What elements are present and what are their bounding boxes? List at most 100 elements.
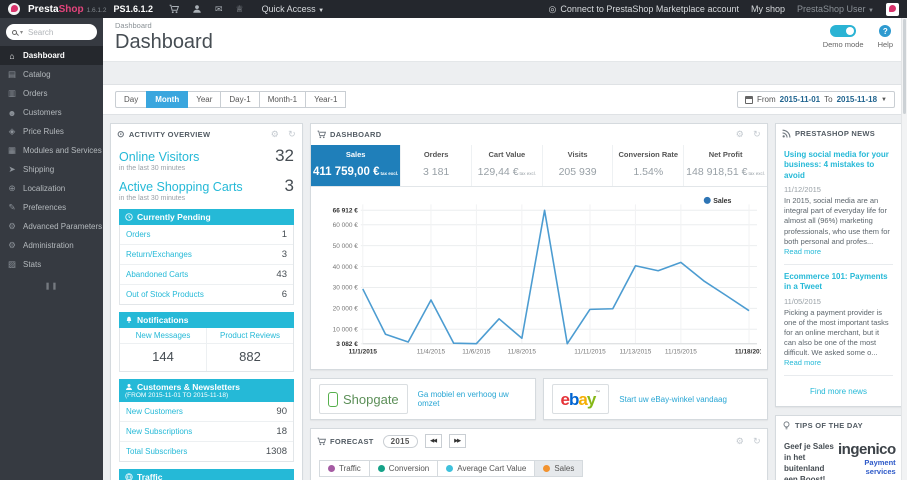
kpi-tab-conversion-rate[interactable]: Conversion Rate 1.54% [612,145,683,186]
menu-item-icon: ☻ [7,107,17,118]
trophy-icon[interactable]: ♕ [236,4,244,15]
demo-mode-toggle[interactable] [830,25,857,37]
pending-list: Orders 1 Return/Exchanges 3 Abandoned Ca… [119,225,294,305]
mail-icon[interactable]: ✉ [215,4,223,15]
kpi-tab-cart-value[interactable]: Cart Value 129,44 €tax excl. [471,145,542,186]
refresh-icon[interactable]: ↻ [288,129,296,140]
forecast-legend: Traffic Conversion Average Cart Value Sa… [311,453,767,480]
customers-row-label[interactable]: New Customers [126,407,183,416]
sidebar-item-catalog[interactable]: ▤ Catalog [0,65,103,84]
date-to: 2015-11-18 [836,95,878,104]
range-year[interactable]: Year [187,91,222,108]
next-year-button[interactable]: ▶▶ [448,434,466,448]
online-visitors-value: 32 [275,146,294,165]
sidebar-item-orders[interactable]: ▥ Orders [0,84,103,103]
sidebar-item-customers[interactable]: ☻ Customers [0,103,103,122]
vertical-scrollbar[interactable] [901,18,907,480]
sidebar-item-price-rules[interactable]: ◈ Price Rules [0,122,103,141]
search-scope-caret[interactable]: ▾ [20,29,23,36]
sidebar-item-administration[interactable]: ⚙ Administration [0,236,103,255]
range-month[interactable]: Month [146,91,189,108]
menu-item-label: Administration [23,241,74,250]
panel-header: FORECAST 2015 ◀◀ ▶▶ ⚙ ↻ [311,429,767,453]
prestashop-logo-icon [8,3,20,15]
cart-icon [317,130,326,139]
read-more-link[interactable]: Read more [784,358,821,367]
menu-item-icon: ⌂ [9,50,15,61]
help-icon[interactable]: ? [879,25,892,37]
quick-access-menu[interactable]: Quick Access ▼ [262,4,325,14]
customers-row-label[interactable]: New Subscriptions [126,427,192,436]
refresh-icon[interactable]: ↻ [753,129,761,140]
news-article-title[interactable]: Using social media for your business: 4 … [784,150,893,181]
pending-row-label[interactable]: Out of Stock Products [126,290,204,299]
kpi-tab-visits[interactable]: Visits 205 939 [541,145,613,186]
ebay-link[interactable]: Start uw eBay-winkel vandaag [619,395,727,404]
notification-label[interactable]: New Messages [120,328,206,344]
customers-row-label[interactable]: Total Subscribers [126,447,187,456]
pending-row-label[interactable]: Return/Exchanges [126,250,192,259]
kpi-value: 411 759,00 €tax excl. [313,166,399,178]
marketplace-link[interactable]: ◎ Connect to PrestaShop Marketplace accou… [549,4,739,15]
online-visitors-link[interactable]: Online Visitors [119,150,199,164]
brand-version: 1.6.1.2 [86,6,107,14]
read-more-link[interactable]: Read more [784,247,821,256]
svg-text:10 000 €: 10 000 € [333,327,359,334]
topbar: Presta Shop 1.6.1.2 PS1.6.1.2 ✉ ♕ Quick A… [0,0,907,18]
sidebar-item-dashboard[interactable]: ⌂ Dashboard [0,46,103,65]
kpi-label: Net Profit [708,150,743,159]
shopgate-link[interactable]: Ga mobiel en verhoog uw omzet [418,390,527,408]
sidebar-item-stats[interactable]: ▨ Stats [0,255,103,274]
date-range-picker[interactable]: From 2015-11-01 To 2015-11-18 ▼ [736,91,895,108]
calendar-icon [744,95,753,104]
breadcrumb[interactable]: Dashboard [115,21,895,30]
pending-row-label[interactable]: Orders [126,230,150,239]
kpi-tab-net-profit[interactable]: Net Profit 148 918,51 €tax excl. [683,145,767,186]
cart-icon[interactable] [169,4,179,14]
kpi-suffix: tax excl. [748,171,765,176]
svg-text:Sales: Sales [713,198,731,205]
news-article-excerpt: Picking a payment provider is one of the… [784,307,889,368]
forecast-legend-average-cart-value[interactable]: Average Cart Value [437,460,536,477]
sidebar-item-preferences[interactable]: ✎ Preferences [0,198,103,217]
sidebar-collapse-handle[interactable]: ❚❚ [0,282,103,290]
news-article-title[interactable]: Ecommerce 101: Payments in a Tweet [784,272,893,293]
previous-year-button[interactable]: ◀◀ [424,434,442,448]
ebay-letter: e [560,389,571,409]
gear-icon[interactable]: ⚙ [736,436,744,447]
range-day-1[interactable]: Day-1 [220,91,260,108]
svg-text:40 000 €: 40 000 € [333,264,359,271]
forecast-legend-sales[interactable]: Sales [534,460,584,477]
find-more-news-link[interactable]: Find more news [784,383,893,402]
sidebar-item-shipping[interactable]: ➤ Shipping [0,160,103,179]
notification-label[interactable]: Product Reviews [207,328,293,344]
refresh-icon[interactable]: ↻ [753,436,761,447]
add-user-icon[interactable] [192,4,202,14]
my-shop-link[interactable]: My shop [751,4,785,14]
range-month-1[interactable]: Month-1 [258,91,307,108]
gear-icon[interactable]: ⚙ [271,129,279,140]
range-day[interactable]: Day [115,91,148,108]
range-year-1[interactable]: Year-1 [305,91,347,108]
menu-item-icon: ▨ [7,259,17,269]
pending-row: Out of Stock Products 6 [120,284,293,304]
forecast-legend-traffic[interactable]: Traffic [319,460,370,477]
sidebar-item-modules[interactable]: ▦ Modules and Services [0,141,103,160]
user-menu[interactable]: PrestaShop User ▼ [797,4,874,14]
page-header: Dashboard Dashboard Demo mode ? Help [103,18,907,62]
kpi-tab-sales[interactable]: Sales 411 759,00 €tax excl. [311,145,401,186]
active-carts-link[interactable]: Active Shopping Carts [119,180,243,194]
search-input[interactable] [26,26,91,38]
menu-item-label: Preferences [23,203,67,212]
kpi-tab-orders[interactable]: Orders 3 181 [400,145,471,186]
pending-row-label[interactable]: Abandoned Carts [126,270,188,279]
gear-icon[interactable]: ⚙ [736,129,744,140]
menu-item-icon: ✎ [8,202,16,212]
forecast-legend-conversion[interactable]: Conversion [368,460,439,477]
sidebar: ▾ ⌂ Dashboard ▤ Catalog ▥ Orders [0,18,103,480]
user-avatar[interactable] [886,2,899,16]
to-label: To [824,95,833,104]
sidebar-item-advanced-parameters[interactable]: ⚙ Advanced Parameters [0,217,103,236]
scrollbar-thumb[interactable] [903,19,906,114]
sidebar-item-localization[interactable]: ⊕ Localization [0,179,103,198]
